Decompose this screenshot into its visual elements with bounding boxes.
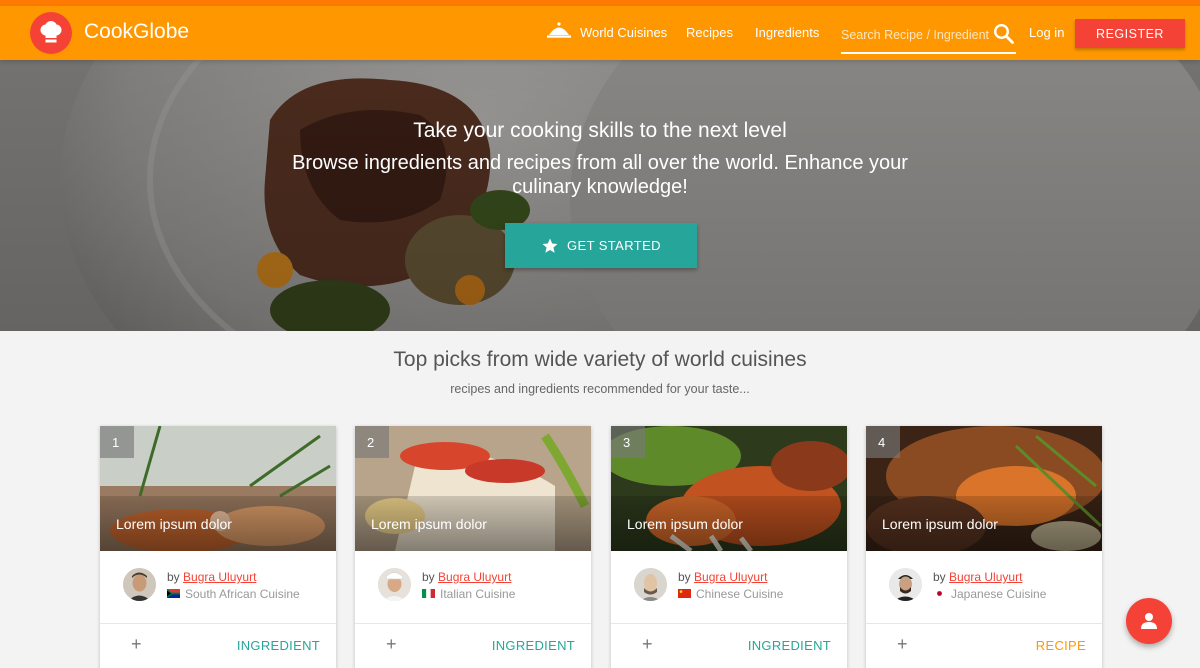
rank-badge: 1 <box>100 426 134 458</box>
top-navbar: CookGlobe World Cuisines Recipes Ingredi… <box>0 6 1200 60</box>
cuisine-label: South African Cuisine <box>185 587 300 601</box>
by-label: by <box>678 570 691 584</box>
cuisine-card[interactable]: 2 Lorem ipsum dolor by Bugra Uluyurt Ita… <box>355 426 591 668</box>
get-started-button[interactable]: GET STARTED <box>505 223 697 268</box>
card-image[interactable]: 3 Lorem ipsum dolor <box>611 426 847 551</box>
cuisine-card[interactable]: 3 Lorem ipsum dolor by Bugra Uluyurt Chi… <box>611 426 847 668</box>
author-link[interactable]: Bugra Uluyurt <box>438 570 511 584</box>
plus-icon[interactable]: + <box>131 634 142 655</box>
rank-badge: 4 <box>866 426 900 458</box>
author-photo <box>889 568 922 601</box>
card-divider <box>100 623 336 624</box>
by-label: by <box>422 570 435 584</box>
hero-banner: Take your cooking skills to the next lev… <box>0 60 1200 331</box>
search-input[interactable] <box>841 25 991 45</box>
cuisine-card[interactable]: 4 Lorem ipsum dolor by Bugra Uluyurt Jap… <box>866 426 1102 668</box>
get-started-label: GET STARTED <box>567 238 661 253</box>
cuisine-label: Japanese Cuisine <box>951 587 1047 601</box>
section-title: Top picks from wide variety of world cui… <box>393 348 807 371</box>
register-button[interactable]: REGISTER <box>1075 19 1185 48</box>
card-image[interactable]: 4 Lorem ipsum dolor <box>866 426 1102 551</box>
login-link[interactable]: Log in <box>1029 25 1064 40</box>
author-photo <box>378 568 411 601</box>
by-label: by <box>933 570 946 584</box>
cuisine-card[interactable]: 1 Lorem ipsum dolor by Bugra Uluyurt Sou… <box>100 426 336 668</box>
chef-hat-icon <box>40 21 62 43</box>
avatar[interactable] <box>889 568 922 601</box>
author-photo <box>634 568 667 601</box>
italy-flag-icon <box>422 589 435 598</box>
plus-icon[interactable]: + <box>642 634 653 655</box>
by-label: by <box>167 570 180 584</box>
china-flag-icon <box>678 589 691 598</box>
star-icon <box>542 238 558 253</box>
nav-recipes[interactable]: Recipes <box>686 25 733 40</box>
brand-name[interactable]: CookGlobe <box>84 20 189 44</box>
card-title[interactable]: Lorem ipsum dolor <box>882 516 998 532</box>
card-title[interactable]: Lorem ipsum dolor <box>116 516 232 532</box>
search-box <box>841 18 1016 54</box>
plus-icon[interactable]: + <box>897 634 908 655</box>
card-divider <box>866 623 1102 624</box>
author-line: by Bugra Uluyurt <box>422 570 511 584</box>
search-icon[interactable] <box>993 23 1015 45</box>
avatar[interactable] <box>634 568 667 601</box>
author-photo <box>123 568 156 601</box>
cloche-icon[interactable] <box>547 21 571 39</box>
author-link[interactable]: Bugra Uluyurt <box>694 570 767 584</box>
card-divider <box>611 623 847 624</box>
author-link[interactable]: Bugra Uluyurt <box>183 570 256 584</box>
avatar[interactable] <box>123 568 156 601</box>
card-type-link[interactable]: INGREDIENT <box>237 638 320 653</box>
author-line: by Bugra Uluyurt <box>167 570 256 584</box>
user-icon <box>1141 613 1157 629</box>
card-type-link[interactable]: RECIPE <box>1036 638 1086 653</box>
south-africa-flag-icon <box>167 589 180 598</box>
hero-title: Take your cooking skills to the next lev… <box>413 119 787 142</box>
hero-subtitle: Browse ingredients and recipes from all … <box>292 152 908 198</box>
rank-badge: 2 <box>355 426 389 458</box>
rank-badge: 3 <box>611 426 645 458</box>
author-line: by Bugra Uluyurt <box>933 570 1022 584</box>
card-title[interactable]: Lorem ipsum dolor <box>627 516 743 532</box>
nav-ingredients[interactable]: Ingredients <box>755 25 819 40</box>
card-image[interactable]: 2 Lorem ipsum dolor <box>355 426 591 551</box>
plus-icon[interactable]: + <box>386 634 397 655</box>
user-fab-button[interactable] <box>1126 598 1172 644</box>
card-type-link[interactable]: INGREDIENT <box>748 638 831 653</box>
brand-logo[interactable] <box>30 12 72 54</box>
author-line: by Bugra Uluyurt <box>678 570 767 584</box>
card-divider <box>355 623 591 624</box>
japan-flag-icon <box>933 589 946 598</box>
section-subtitle: recipes and ingredients recommended for … <box>450 382 750 396</box>
card-image[interactable]: 1 Lorem ipsum dolor <box>100 426 336 551</box>
card-title[interactable]: Lorem ipsum dolor <box>371 516 487 532</box>
avatar[interactable] <box>378 568 411 601</box>
author-link[interactable]: Bugra Uluyurt <box>949 570 1022 584</box>
card-type-link[interactable]: INGREDIENT <box>492 638 575 653</box>
cuisine-label: Chinese Cuisine <box>696 587 784 601</box>
nav-world-cuisines[interactable]: World Cuisines <box>580 25 667 40</box>
cuisine-label: Italian Cuisine <box>440 587 516 601</box>
